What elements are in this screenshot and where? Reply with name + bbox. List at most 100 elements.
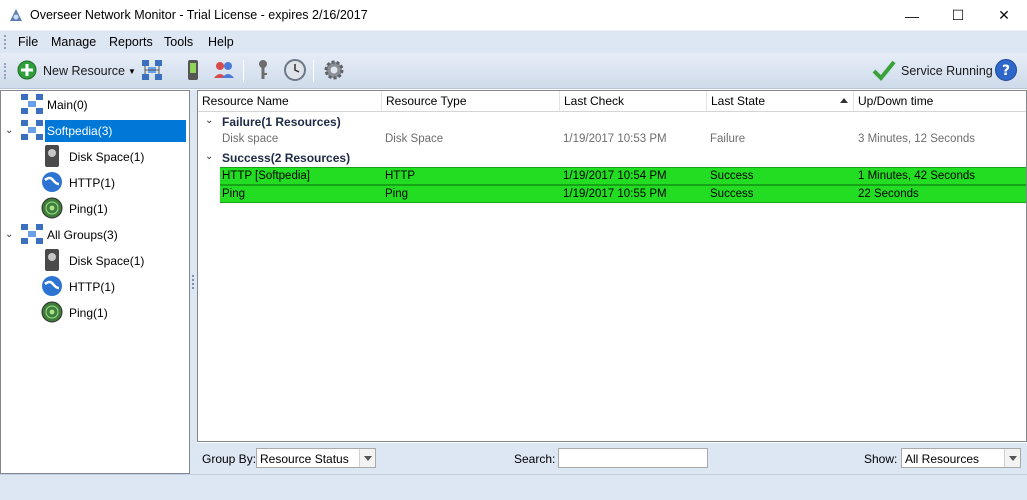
show-label: Show:: [864, 452, 898, 466]
users-icon: [212, 58, 236, 85]
filter-bar: Group By: Resource Status Search: Show: …: [197, 443, 1027, 474]
cell-resource-type: Disk Space: [385, 133, 444, 145]
tree-item-label: Ping(1): [69, 306, 108, 320]
settings-button[interactable]: [322, 59, 346, 83]
hard-disk-icon: [41, 248, 63, 275]
toolbar: New Resource ▼ Service Running ?: [0, 53, 1027, 89]
new-group-button[interactable]: [140, 59, 164, 83]
cell-resource-name: Ping: [222, 188, 246, 200]
tree-item-label: Disk Space(1): [69, 254, 145, 268]
grid-header: Resource Name Resource Type Last Check L…: [198, 91, 1026, 112]
tree-item-label: Main(0): [47, 98, 88, 112]
column-header-resource-type[interactable]: Resource Type: [382, 91, 560, 111]
minimize-button[interactable]: —: [889, 0, 935, 31]
tree-item-ping[interactable]: Ping(1): [41, 300, 110, 326]
menu-grip: [4, 35, 7, 49]
tree-item-main[interactable]: Main(0): [19, 92, 90, 118]
cell-last-state: Failure: [710, 133, 746, 145]
column-header-up-down-time[interactable]: Up/Down time: [854, 91, 1026, 111]
status-bar: [0, 474, 1027, 500]
chevron-down-icon[interactable]: ⌄: [205, 151, 213, 162]
window-title: Overseer Network Monitor - Trial License…: [30, 8, 368, 22]
column-header-resource-name[interactable]: Resource Name: [198, 91, 382, 111]
tree-item-all-groups[interactable]: ⌄ All Groups(3): [5, 222, 120, 248]
column-header-last-check[interactable]: Last Check: [560, 91, 707, 111]
toolbar-separator: [313, 60, 314, 82]
chevron-down-icon[interactable]: [359, 449, 375, 467]
close-button[interactable]: ✕: [981, 0, 1027, 31]
show-select[interactable]: All Resources: [901, 448, 1021, 468]
schedule-button[interactable]: [283, 58, 307, 83]
users-button[interactable]: [212, 59, 236, 83]
help-button[interactable]: ?: [994, 58, 1018, 83]
group-by-value: Resource Status: [260, 452, 349, 466]
tree-item-disk-space[interactable]: Disk Space(1): [41, 248, 146, 274]
gear-icon: [322, 58, 346, 85]
tree-item-label: Softpedia(3): [45, 120, 186, 142]
cell-up-down-time: 1 Minutes, 42 Seconds: [858, 170, 975, 182]
tree-item-label: Ping(1): [69, 202, 108, 216]
cell-last-state: Success: [710, 170, 754, 182]
collapse-chevron-icon[interactable]: ⌄: [5, 229, 15, 240]
cell-last-check: 1/19/2017 10:53 PM: [563, 133, 667, 145]
group-by-select[interactable]: Resource Status: [256, 448, 376, 468]
network-group-icon: [19, 92, 45, 119]
svg-text:?: ?: [1002, 63, 1010, 79]
tree-item-softpedia[interactable]: ⌄ Softpedia(3): [5, 118, 186, 144]
chevron-down-icon[interactable]: ⌄: [205, 115, 213, 126]
table-row[interactable]: Ping Ping 1/19/2017 10:55 PM Success 22 …: [220, 185, 1026, 203]
tree-item-label: Disk Space(1): [69, 150, 145, 164]
search-input[interactable]: [558, 448, 708, 468]
tree-item-http[interactable]: HTTP(1): [41, 170, 117, 196]
collapse-chevron-icon[interactable]: ⌄: [5, 125, 15, 136]
license-button[interactable]: [252, 59, 274, 83]
column-header-last-state[interactable]: Last State: [707, 91, 854, 111]
service-status-button[interactable]: Service Running: [872, 59, 993, 83]
radar-icon: [41, 196, 63, 223]
sort-ascending-icon: [840, 98, 848, 103]
tree-item-label: All Groups(3): [47, 228, 118, 242]
tree-item-http[interactable]: HTTP(1): [41, 274, 117, 300]
tree-item-disk-space[interactable]: Disk Space(1): [41, 144, 146, 170]
menu-bar: File Manage Reports Tools Help: [0, 31, 1027, 53]
pane-splitter[interactable]: [190, 90, 197, 474]
group-title: Failure(1 Resources): [222, 115, 341, 129]
menu-help[interactable]: Help: [208, 35, 234, 49]
new-resource-label: New Resource: [43, 64, 125, 78]
table-row[interactable]: Disk space Disk Space 1/19/2017 10:53 PM…: [220, 131, 1026, 149]
cell-resource-type: Ping: [385, 188, 409, 200]
chevron-down-icon[interactable]: [1004, 449, 1020, 467]
checkmark-icon: [872, 59, 896, 84]
network-group-icon: [19, 118, 45, 145]
menu-reports[interactable]: Reports: [109, 35, 153, 49]
tree-item-ping[interactable]: Ping(1): [41, 196, 110, 222]
title-bar: Overseer Network Monitor - Trial License…: [0, 0, 1027, 31]
globe-icon: [41, 170, 63, 197]
group-title: Success(2 Resources): [222, 151, 351, 165]
tree-item-label: HTTP(1): [69, 176, 115, 190]
new-resource-button[interactable]: New Resource ▼: [16, 59, 136, 83]
group-header-failure[interactable]: ⌄ Failure(1 Resources): [198, 113, 1026, 131]
maximize-button[interactable]: ☐: [935, 0, 981, 31]
menu-manage[interactable]: Manage: [51, 35, 96, 49]
cell-up-down-time: 22 Seconds: [858, 188, 919, 200]
show-value: All Resources: [905, 452, 980, 466]
table-row[interactable]: HTTP [Softpedia] HTTP 1/19/2017 10:54 PM…: [220, 167, 1026, 185]
toolbar-grip: [4, 63, 7, 79]
key-icon: [252, 58, 274, 85]
group-header-success[interactable]: ⌄ Success(2 Resources): [198, 149, 1026, 167]
menu-tools[interactable]: Tools: [164, 35, 193, 49]
column-header-label: Last State: [711, 94, 766, 108]
search-label: Search:: [514, 452, 556, 466]
add-icon: [16, 59, 38, 84]
cell-resource-name: HTTP [Softpedia]: [222, 170, 310, 182]
menu-file[interactable]: File: [18, 35, 38, 49]
phone-icon: [182, 58, 204, 85]
cell-resource-type: HTTP: [385, 170, 416, 182]
globe-icon: [41, 274, 63, 301]
cell-resource-name: Disk space: [222, 133, 279, 145]
tree-item-label: HTTP(1): [69, 280, 115, 294]
cell-up-down-time: 3 Minutes, 12 Seconds: [858, 133, 975, 145]
service-status-label: Service Running: [901, 64, 993, 78]
device-button[interactable]: [182, 59, 204, 83]
